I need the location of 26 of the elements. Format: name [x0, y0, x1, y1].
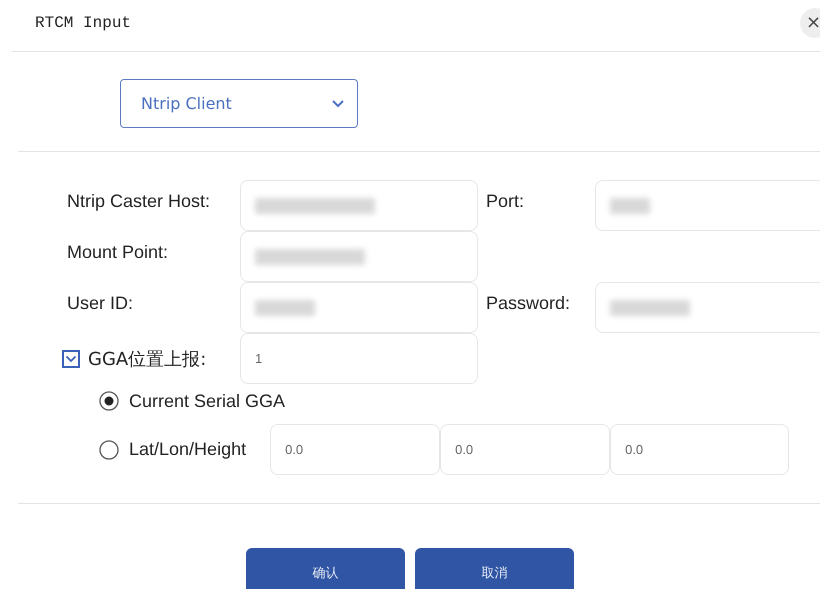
chevron-down-icon	[331, 99, 345, 108]
radio-label: Lat/Lon/Height	[129, 439, 246, 460]
field-label: Password:	[485, 292, 572, 315]
checkbox[interactable]	[62, 350, 80, 368]
close-button[interactable]: ×	[800, 8, 820, 38]
field-label: Port:	[485, 190, 526, 213]
input-field[interactable]	[240, 231, 478, 282]
radio-button[interactable]	[99, 440, 119, 460]
field-label: Ntrip Caster Host:	[66, 190, 212, 213]
input-field[interactable]	[595, 180, 820, 231]
input-field[interactable]	[240, 282, 478, 333]
cancel-button[interactable]: 取消	[415, 548, 574, 589]
field-label: User ID:	[66, 292, 134, 315]
mode-dropdown[interactable]: Ntrip Client	[120, 79, 358, 128]
input-field[interactable]	[240, 180, 478, 231]
radio-button[interactable]	[99, 391, 119, 411]
field-label: Mount Point:	[66, 241, 170, 264]
input-field[interactable]: 0.0	[440, 424, 610, 475]
dialog-title: RTCM Input	[35, 14, 132, 32]
radio-label: Current Serial GGA	[129, 390, 286, 412]
input-field[interactable]: 0.0	[270, 424, 440, 475]
input-field[interactable]: 1	[240, 333, 478, 384]
confirm-button[interactable]: 确认	[246, 548, 405, 589]
checkbox-label: GGA位置上报:	[88, 348, 206, 370]
input-field[interactable]: 0.0	[610, 424, 790, 475]
input-field[interactable]	[595, 282, 820, 333]
